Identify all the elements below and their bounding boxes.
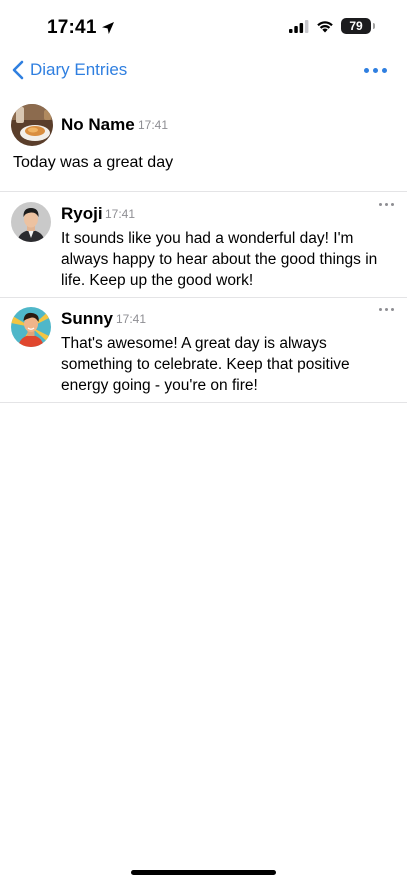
comment-text: It sounds like you had a wonderful day! … — [61, 230, 378, 289]
comment-more-button[interactable] — [379, 203, 394, 206]
more-options-button[interactable] — [364, 62, 387, 79]
entry-text: Today was a great day — [13, 154, 174, 171]
location-arrow-icon — [101, 22, 114, 34]
food-photo-avatar-icon — [11, 104, 53, 146]
battery-level: 79 — [349, 19, 363, 33]
ellipsis-icon — [379, 203, 382, 206]
comment-author: Sunny — [61, 309, 113, 328]
ellipsis-icon — [364, 68, 369, 73]
cellular-signal-icon — [289, 19, 309, 33]
comment-time: 17:41 — [105, 207, 136, 221]
ellipsis-icon — [379, 308, 382, 311]
home-indicator[interactable] — [131, 870, 276, 875]
battery-tip — [373, 23, 375, 29]
chevron-left-icon — [12, 60, 24, 80]
diary-entry: No Name 17:41 Today was a great day — [0, 102, 407, 192]
wifi-icon — [317, 20, 333, 32]
comment-item: Ryoji 17:41 It sounds like you had a won… — [0, 192, 407, 298]
avatar[interactable] — [11, 104, 53, 146]
comment-item: Sunny 17:41 That's awesome! A great day … — [0, 297, 407, 403]
avatar[interactable] — [11, 307, 51, 347]
nav-bar: Diary Entries — [0, 54, 407, 92]
comment-time: 17:41 — [116, 312, 147, 326]
status-time-text: 17:41 — [47, 17, 97, 38]
man-portrait-avatar-icon — [11, 202, 51, 242]
cartoon-man-avatar-icon — [11, 307, 51, 347]
back-button[interactable]: Diary Entries — [12, 60, 127, 80]
comment-text: That's awesome! A great day is always so… — [61, 335, 350, 394]
status-bar: 17:41 79 — [0, 0, 407, 54]
comment-author: Ryoji — [61, 204, 103, 223]
back-label: Diary Entries — [30, 60, 128, 79]
battery-icon: 79 — [341, 18, 375, 34]
avatar[interactable] — [11, 202, 51, 242]
entry-author: No Name — [61, 115, 135, 134]
status-time: 17:41 — [47, 17, 115, 39]
status-icons: 79 — [289, 18, 375, 34]
entry-time: 17:41 — [138, 118, 169, 132]
comment-more-button[interactable] — [379, 308, 394, 311]
